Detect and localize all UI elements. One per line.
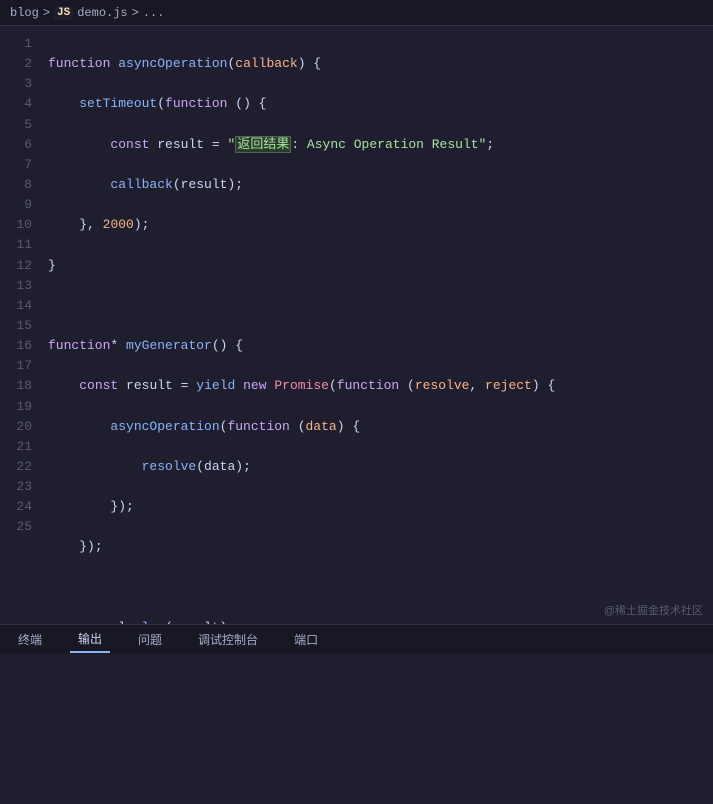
- breadcrumb-filename: demo.js: [77, 6, 127, 20]
- breadcrumb: blog > JS demo.js > ...: [0, 0, 713, 26]
- code-content[interactable]: function asyncOperation(callback) { setT…: [40, 26, 713, 624]
- bottom-panel: [0, 654, 713, 804]
- breadcrumb-sep2: >: [132, 6, 139, 20]
- editor-area: 12345 678910 1112131415 1617181920 21222…: [0, 26, 713, 624]
- js-badge: JS: [54, 6, 73, 20]
- tab-ports[interactable]: 端口: [286, 627, 326, 652]
- status-bar: 终端 输出 问题 调试控制台 端口: [0, 624, 713, 654]
- tab-problems[interactable]: 问题: [130, 627, 170, 652]
- tab-debug-console[interactable]: 调试控制台: [190, 627, 266, 652]
- breadcrumb-blog: blog: [10, 6, 39, 20]
- watermark: @稀土掘金技术社区: [604, 602, 703, 618]
- tab-output[interactable]: 输出: [70, 626, 110, 653]
- tab-terminal[interactable]: 终端: [10, 627, 50, 652]
- breadcrumb-dots: ...: [143, 6, 165, 20]
- breadcrumb-sep1: >: [43, 6, 50, 20]
- line-numbers: 12345 678910 1112131415 1617181920 21222…: [0, 26, 40, 624]
